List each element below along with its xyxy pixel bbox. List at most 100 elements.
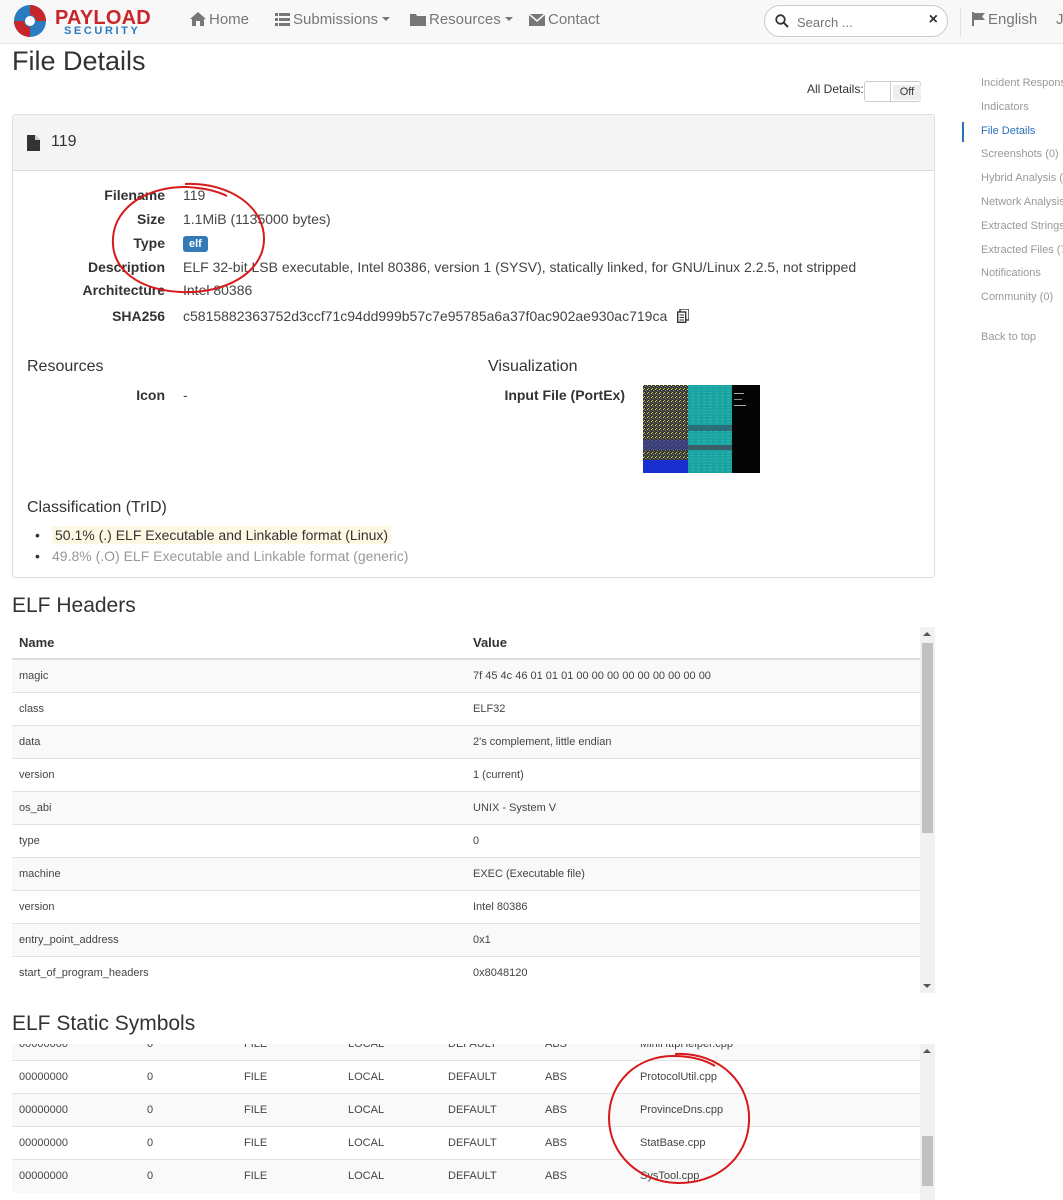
side-nav-screenshots[interactable]: Screenshots (0) [962, 143, 1063, 167]
sha256-row: c5815882363752d3ccf71c94dd999b57c7e95785… [183, 308, 690, 326]
header-name: type [12, 823, 466, 857]
folder-icon [410, 13, 426, 30]
symbol-name: StatBase.cpp [633, 1126, 920, 1160]
elf-headers-scrollbar[interactable] [920, 627, 935, 993]
side-nav: Incident Response Indicators File Detail… [962, 72, 1063, 343]
description-label: Description [87, 259, 165, 275]
header-name: os_abi [12, 790, 466, 824]
symbol-visibility: DEFAULT [441, 1093, 538, 1127]
scrollbar-thumb[interactable] [922, 1136, 933, 1186]
side-nav-incident-response[interactable]: Incident Response [962, 72, 1063, 96]
classification-title: Classification (TrID) [27, 499, 167, 516]
column-header-value[interactable]: Value [466, 627, 920, 660]
header-value: 1 (current) [466, 757, 920, 791]
symbol-visibility: DEFAULT [441, 1126, 538, 1160]
file-title: 119 [51, 133, 77, 150]
symbol-size: 0 [140, 1044, 237, 1061]
nav-item-cutoff[interactable]: J [1056, 11, 1063, 28]
symbol-bind: LOCAL [341, 1044, 441, 1061]
symbol-value: 00000000 [12, 1126, 140, 1160]
side-nav-indicators[interactable]: Indicators [962, 96, 1063, 120]
table-row: type 0 [12, 823, 920, 857]
scroll-up-icon[interactable] [923, 1049, 931, 1053]
side-nav-extracted-files[interactable]: Extracted Files (7 [962, 239, 1063, 263]
clear-search-icon[interactable]: × [929, 11, 938, 29]
symbol-name: SysTool.cpp [633, 1159, 920, 1193]
file-icon [27, 135, 40, 156]
header-value: 7f 45 4c 46 01 01 01 00 00 00 00 00 00 0… [466, 658, 920, 692]
scroll-down-icon[interactable] [923, 984, 931, 988]
symbol-size: 0 [140, 1126, 237, 1160]
nav-contact[interactable]: Contact [528, 11, 600, 30]
all-details-toggle[interactable]: Off [864, 81, 921, 102]
table-row: 00000000 0 FILE LOCAL DEFAULT ABS ProtocolUtil… [12, 1060, 920, 1094]
table-row: 00000000 0 FILE LOCAL DEFAULT ABS SysTool.cpp [12, 1159, 920, 1193]
filename-value: 119 [183, 187, 206, 203]
header-name: version [12, 889, 466, 923]
copy-icon[interactable] [677, 308, 690, 326]
table-row: magic 7f 45 4c 46 01 01 01 00 00 00 00 00… [12, 658, 920, 692]
symbol-bind: LOCAL [341, 1159, 441, 1193]
nav-home[interactable]: Home [190, 11, 249, 30]
symbol-visibility: DEFAULT [441, 1159, 538, 1193]
table-row: start_of_program_headers 0x8048120 [12, 955, 920, 989]
symbol-ndx: ABS [538, 1159, 633, 1193]
language-label: English [988, 11, 1038, 28]
architecture-label: Architecture [82, 282, 165, 298]
nav-home-label: Home [209, 11, 250, 28]
header-value: 2's complement, little endian [466, 724, 920, 758]
table-row: os_abi UNIX - System V [12, 790, 920, 824]
side-nav-community[interactable]: Community (0) [962, 286, 1063, 310]
back-to-top-link[interactable]: Back to top [981, 331, 1036, 343]
side-nav-hybrid-analysis[interactable]: Hybrid Analysis ( [962, 167, 1063, 191]
trid-item: 49.8% (.O) ELF Executable and Linkable f… [31, 546, 408, 567]
nav-contact-label: Contact [548, 11, 600, 28]
table-row: data 2's complement, little endian [12, 724, 920, 758]
type-value: elf [183, 234, 208, 252]
home-icon [190, 12, 206, 30]
symbol-name: MiniHttpHelper.cpp [633, 1044, 920, 1061]
symbol-bind: LOCAL [341, 1060, 441, 1094]
header-value: EXEC (Executable file) [466, 856, 920, 890]
header-value: UNIX - System V [466, 790, 920, 824]
header-value: 0x1 [466, 922, 920, 956]
elf-symbols-scrollbar[interactable] [920, 1044, 935, 1200]
filename-label: Filename [104, 187, 165, 203]
side-nav-notifications[interactable]: Notifications [962, 262, 1063, 286]
symbol-type: FILE [237, 1060, 341, 1094]
architecture-value: Intel 80386 [183, 282, 253, 298]
header-value: 0x8048120 [466, 955, 920, 989]
language-selector[interactable]: English [972, 11, 1037, 30]
scrollbar-thumb[interactable] [922, 643, 933, 833]
symbol-size: 0 [140, 1060, 237, 1094]
symbol-type: FILE [237, 1159, 341, 1193]
symbol-type: FILE [237, 1044, 341, 1061]
header-name: machine [12, 856, 466, 890]
icon-value: - [183, 387, 188, 403]
trid-item: 50.1% (.) ELF Executable and Linkable fo… [31, 525, 408, 546]
symbol-visibility: DEFAULT [441, 1044, 538, 1061]
header-value: Intel 80386 [466, 889, 920, 923]
header-name: magic [12, 658, 466, 692]
scroll-up-icon[interactable] [923, 632, 931, 636]
toggle-state: Off [893, 85, 921, 100]
side-nav-network-analysis[interactable]: Network Analysis [962, 191, 1063, 215]
nav-resources[interactable]: Resources [410, 11, 513, 30]
column-header-name[interactable]: Name [12, 627, 466, 660]
brand-tagline: SECURITY [64, 25, 141, 37]
nav-divider [960, 8, 961, 36]
search-input[interactable] [795, 12, 915, 32]
symbol-name: ProtocolUtil.cpp [633, 1060, 920, 1094]
top-navbar: PAYLOAD SECURITY Home Submissions Resour… [0, 0, 1063, 44]
chevron-down-icon [504, 17, 513, 21]
table-row: class ELF32 [12, 691, 920, 725]
search-icon [775, 14, 789, 33]
portex-visualization-image[interactable] [643, 385, 760, 473]
payload-security-logo[interactable]: PAYLOAD SECURITY [12, 3, 167, 39]
header-name: entry_point_address [12, 922, 466, 956]
side-nav-file-details[interactable]: File Details [962, 120, 1063, 144]
side-nav-extracted-strings[interactable]: Extracted Strings [962, 215, 1063, 239]
description-value: ELF 32-bit LSB executable, Intel 80386, … [183, 259, 857, 275]
flag-icon [972, 12, 985, 30]
nav-submissions[interactable]: Submissions [275, 11, 391, 30]
